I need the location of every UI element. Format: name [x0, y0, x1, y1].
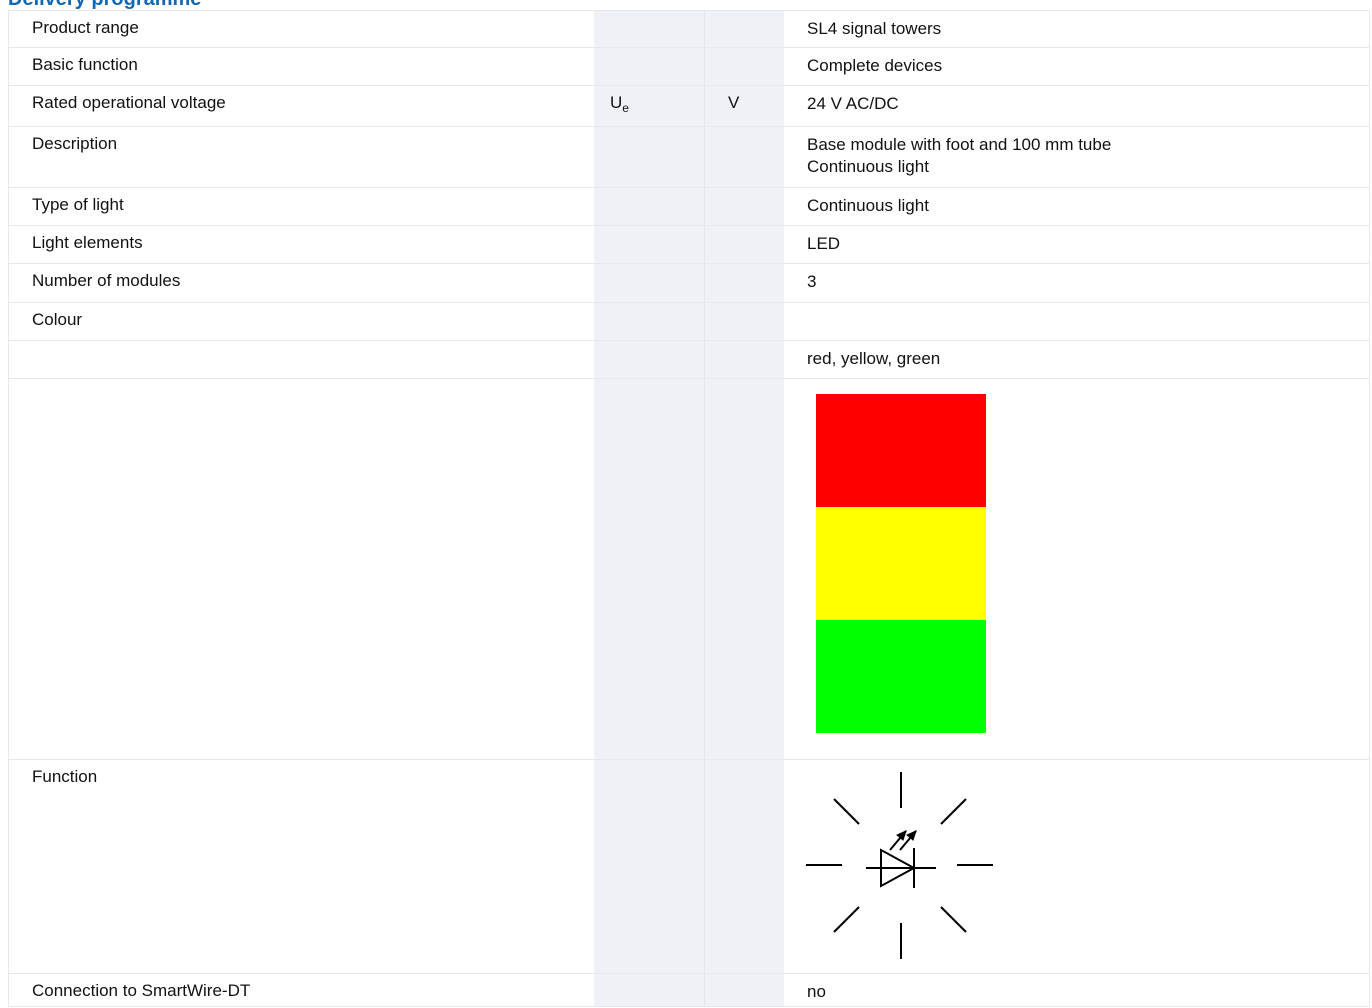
- unit-cell: [704, 264, 784, 302]
- table-row-colour-value: red, yellow, green: [8, 341, 1370, 379]
- row-value: Base module with foot and 100 mm tube Co…: [784, 127, 1370, 187]
- table-row-smartwire: Connection to SmartWire-DT no: [8, 974, 1370, 1007]
- table-row-rated-voltage: Rated operational voltage Ue V 24 V AC/D…: [8, 86, 1370, 127]
- row-label: Connection to SmartWire-DT: [8, 974, 594, 1006]
- section-heading: Delivery programme: [8, 0, 201, 9]
- symbol-cell: [594, 11, 704, 47]
- row-value: LED: [784, 226, 1370, 263]
- symbol-cell: [594, 127, 704, 187]
- symbol-cell: [594, 341, 704, 378]
- row-value: [784, 379, 1370, 759]
- unit-cell: V: [704, 86, 784, 126]
- row-label: Rated operational voltage: [8, 86, 594, 126]
- led-flashing-light-icon: [806, 772, 993, 959]
- unit-cell: [704, 379, 784, 759]
- table-row-number-of-modules: Number of modules 3: [8, 264, 1370, 303]
- table-row-function: Function: [8, 760, 1370, 974]
- voltage-symbol-subscript: e: [622, 101, 629, 115]
- row-label: Light elements: [8, 226, 594, 263]
- symbol-cell: [594, 264, 704, 302]
- unit-cell: [704, 341, 784, 378]
- table-row-colour: Colour: [8, 303, 1370, 341]
- symbol-cell: [594, 226, 704, 263]
- unit-cell: [704, 974, 784, 1006]
- unit-cell: [704, 11, 784, 47]
- row-value: SL4 signal towers: [784, 11, 1370, 47]
- row-value: [784, 303, 1370, 340]
- unit-cell: [704, 188, 784, 225]
- row-value: [784, 760, 1370, 973]
- row-label: Basic function: [8, 48, 594, 85]
- row-label: Function: [8, 760, 594, 973]
- row-label: Colour: [8, 303, 594, 340]
- row-label: Description: [8, 127, 594, 187]
- description-line-2: Continuous light: [807, 157, 929, 176]
- description-line-1: Base module with foot and 100 mm tube: [807, 135, 1112, 154]
- tower-module-green: [816, 620, 986, 733]
- row-value: no: [784, 974, 1370, 1006]
- spec-table: Product range SL4 signal towers Basic fu…: [8, 10, 1370, 1007]
- unit-cell: [704, 48, 784, 85]
- symbol-cell: [594, 974, 704, 1006]
- row-value: red, yellow, green: [784, 341, 1370, 378]
- table-row-product-range: Product range SL4 signal towers: [8, 10, 1370, 48]
- signal-tower-illustration: [816, 394, 986, 733]
- table-row-description: Description Base module with foot and 10…: [8, 127, 1370, 188]
- unit-cell: [704, 303, 784, 340]
- unit-cell: [704, 127, 784, 187]
- symbol-cell: [594, 48, 704, 85]
- row-value: 24 V AC/DC: [784, 86, 1370, 126]
- row-value: Continuous light: [784, 188, 1370, 225]
- row-value: Complete devices: [784, 48, 1370, 85]
- symbol-cell: [594, 379, 704, 759]
- row-label: Product range: [8, 11, 594, 47]
- row-label: [8, 379, 594, 759]
- tower-module-red: [816, 394, 986, 507]
- voltage-symbol: U: [610, 93, 623, 112]
- row-value: 3: [784, 264, 1370, 302]
- symbol-cell: [594, 760, 704, 973]
- tower-module-yellow: [816, 507, 986, 620]
- table-row-tower-image: [8, 379, 1370, 760]
- table-row-light-elements: Light elements LED: [8, 226, 1370, 264]
- row-label: [8, 341, 594, 378]
- symbol-cell: [594, 188, 704, 225]
- row-label: Type of light: [8, 188, 594, 225]
- row-label: Number of modules: [8, 264, 594, 302]
- symbol-cell: [594, 303, 704, 340]
- table-row-type-of-light: Type of light Continuous light: [8, 188, 1370, 226]
- symbol-cell: Ue: [594, 86, 704, 126]
- unit-cell: [704, 760, 784, 973]
- table-row-basic-function: Basic function Complete devices: [8, 48, 1370, 86]
- unit-cell: [704, 226, 784, 263]
